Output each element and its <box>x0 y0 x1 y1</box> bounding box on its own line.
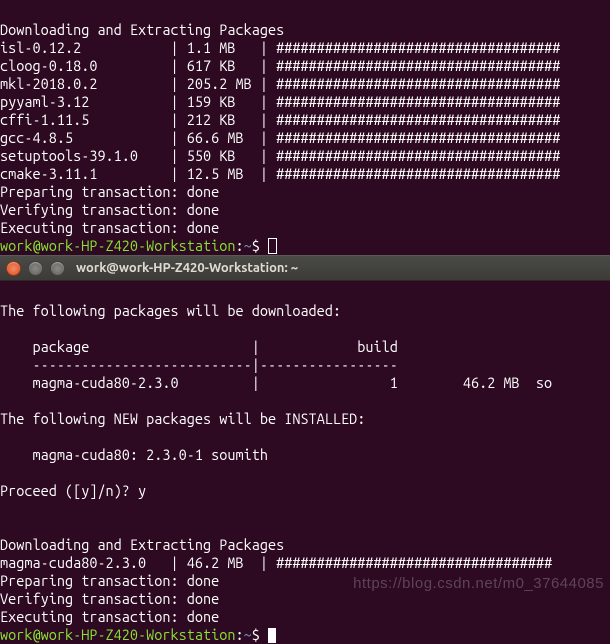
pkg-row: setuptools-39.1.0 | 550 KB | ###########… <box>0 147 560 164</box>
terminal-top[interactable]: Downloading and Extracting Packages isl-… <box>0 0 610 255</box>
new-pkg-line: magma-cuda80: 2.3.0-1 soumith <box>0 446 268 463</box>
pkg-row: gcc-4.8.5 | 66.6 MB | ##################… <box>0 129 560 146</box>
window-title: work@work-HP-Z420-Workstation: ~ <box>76 259 298 277</box>
step-line: Executing transaction: done <box>0 219 219 236</box>
pkg-row: mkl-2018.0.2 | 205.2 MB | ##############… <box>0 75 560 92</box>
terminal-bottom[interactable]: The following packages will be downloade… <box>0 281 610 644</box>
intro-line: The following packages will be downloade… <box>0 302 341 319</box>
new-pkg-header: The following NEW packages will be INSTA… <box>0 410 365 427</box>
step-line: Preparing transaction: done <box>0 572 219 589</box>
minimize-icon[interactable] <box>28 261 43 276</box>
table-row: magma-cuda80-2.3.0 | 1 46.2 MB so <box>0 374 552 391</box>
table-divider: ---------------------------|------------… <box>0 356 398 373</box>
pkg-row: cffi-1.11.5 | 212 KB | #################… <box>0 111 560 128</box>
proceed-prompt[interactable]: Proceed ([y]/n)? y <box>0 482 146 499</box>
pkg-row: cmake-3.11.1 | 12.5 MB | ###############… <box>0 165 560 182</box>
download-header: Downloading and Extracting Packages <box>0 536 284 553</box>
step-line: Verifying transaction: done <box>0 590 219 607</box>
pkg-row: magma-cuda80-2.3.0 | 46.2 MB | #########… <box>0 554 552 571</box>
pkg-row: isl-0.12.2 | 1.1 MB | ##################… <box>0 39 560 56</box>
prompt-line[interactable]: work@work-HP-Z420-Workstation:~$ <box>0 237 277 254</box>
window-title-bar[interactable]: work@work-HP-Z420-Workstation: ~ <box>0 255 610 281</box>
step-line: Executing transaction: done <box>0 608 219 625</box>
pkg-row: cloog-0.18.0 | 617 KB | ################… <box>0 57 560 74</box>
cursor-icon <box>268 238 277 254</box>
step-line: Preparing transaction: done <box>0 183 219 200</box>
maximize-icon[interactable] <box>50 261 65 276</box>
pkg-row: pyyaml-3.12 | 159 KB | #################… <box>0 93 560 110</box>
table-head: package | build <box>0 338 398 355</box>
close-icon[interactable] <box>6 261 21 276</box>
prompt-line[interactable]: work@work-HP-Z420-Workstation:~$ <box>0 626 276 643</box>
download-header: Downloading and Extracting Packages <box>0 21 284 38</box>
cursor-icon <box>268 628 276 643</box>
step-line: Verifying transaction: done <box>0 201 219 218</box>
